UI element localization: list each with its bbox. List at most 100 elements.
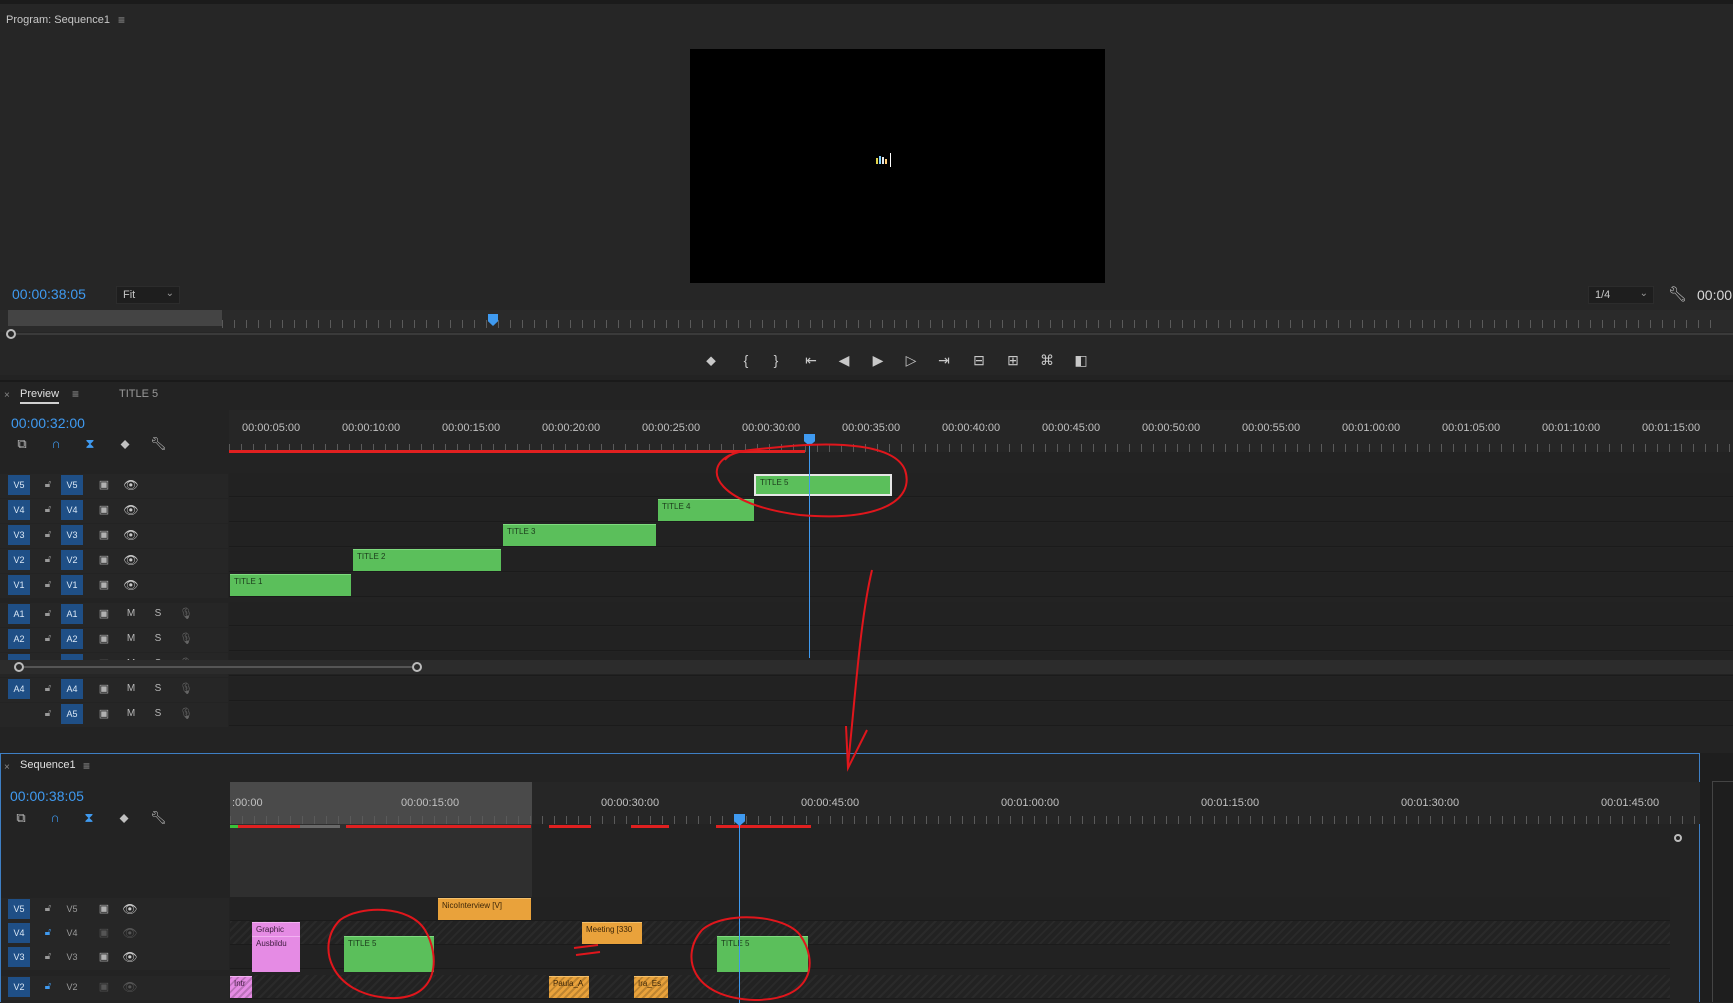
microphone-icon[interactable]: 🎙︎	[179, 629, 193, 649]
source-patch-toggle[interactable]: A4	[8, 679, 30, 699]
source-patch-toggle[interactable]: V5	[8, 899, 30, 919]
target-track-toggle[interactable]: V1	[61, 575, 83, 595]
target-track-toggle[interactable]: A1	[61, 604, 83, 624]
lock-icon[interactable]: 🔓︎	[42, 575, 54, 595]
go-to-out-icon[interactable]: ⇥	[933, 349, 955, 371]
track-lane[interactable]	[229, 573, 1733, 597]
lock-icon[interactable]: 🔓︎	[42, 947, 54, 967]
mute-button[interactable]: M	[125, 679, 137, 699]
mute-button[interactable]: M	[125, 604, 137, 624]
microphone-icon[interactable]: 🎙︎	[179, 604, 193, 624]
source-patch-toggle[interactable]: V1	[8, 575, 30, 595]
preview-zoom-bar[interactable]	[0, 660, 1733, 674]
go-to-in-icon[interactable]: ⇤	[800, 349, 822, 371]
tab-preview[interactable]: Preview	[20, 388, 60, 404]
clip-title-5[interactable]: TITLE 5	[754, 474, 892, 496]
mark-in-icon[interactable]: {	[735, 349, 757, 371]
target-track-toggle[interactable]: A4	[61, 679, 83, 699]
target-track-toggle[interactable]: V3	[61, 525, 83, 545]
comparison-view-icon[interactable]: ◧	[1070, 349, 1092, 371]
insert-nest-icon[interactable]: ⧉	[14, 436, 30, 452]
mute-button[interactable]: M	[125, 629, 137, 649]
sync-lock-icon[interactable]: ▣	[97, 475, 111, 495]
panel-menu-icon[interactable]: ≡	[83, 759, 90, 773]
source-patch-toggle[interactable]: A1	[8, 604, 30, 624]
wrench-icon[interactable]: 🔧︎	[1668, 287, 1687, 303]
target-track-toggle[interactable]: A2	[61, 629, 83, 649]
clip-paula[interactable]: Paula_A	[549, 976, 589, 998]
eye-icon[interactable]: 👁︎	[122, 899, 138, 919]
clip-title5b[interactable]: TITLE 5	[717, 936, 808, 972]
lock-icon[interactable]: 🔓︎	[42, 977, 54, 997]
close-icon[interactable]: ×	[4, 390, 10, 401]
source-patch-toggle[interactable]: V2	[8, 977, 30, 997]
sync-lock-icon[interactable]: ▣	[97, 604, 111, 624]
zoom-scrollbar-thumb[interactable]	[24, 666, 412, 668]
microphone-icon[interactable]: 🎙︎	[179, 704, 193, 724]
insert-nest-icon[interactable]: ⧉	[13, 810, 29, 826]
lock-icon[interactable]: 🔓︎	[42, 525, 54, 545]
eye-icon[interactable]: 👁︎	[123, 500, 139, 520]
resolution-dropdown[interactable]: 1/4 ⌄	[1588, 286, 1654, 304]
clip-title-1[interactable]: TITLE 1	[230, 574, 351, 596]
lock-icon[interactable]: 🔓︎	[42, 629, 54, 649]
sync-lock-icon[interactable]: ▣	[97, 575, 111, 595]
sync-lock-icon[interactable]: ▣	[97, 679, 111, 699]
program-scrub-bar[interactable]	[0, 310, 1733, 339]
target-track-toggle[interactable]: V2	[61, 977, 83, 997]
track-lane[interactable]	[229, 473, 1733, 497]
eye-icon[interactable]: 👁︎	[123, 575, 139, 595]
solo-button[interactable]: S	[152, 604, 164, 624]
zoom-handle-right[interactable]	[412, 662, 422, 672]
lock-icon[interactable]: 🔓︎	[42, 679, 54, 699]
linked-selection-icon[interactable]: ⧗	[82, 436, 98, 452]
add-marker-icon[interactable]: ⬥	[117, 436, 133, 452]
play-icon[interactable]: ▶	[867, 349, 889, 371]
tab-sequence1[interactable]: Sequence1	[20, 759, 76, 773]
solo-button[interactable]: S	[152, 629, 164, 649]
solo-button[interactable]: S	[152, 704, 164, 724]
zoom-scrollbar[interactable]	[16, 333, 1733, 335]
clip-ausbildu[interactable]: Ausbildu	[252, 936, 300, 972]
eye-icon[interactable]: 👁︎	[122, 923, 138, 943]
sync-lock-icon[interactable]: ▣	[97, 704, 111, 724]
sequence-timecode[interactable]: 00:00:38:05	[10, 788, 84, 804]
track-lane[interactable]	[229, 523, 1733, 547]
vertical-zoom-handle[interactable]	[1674, 834, 1682, 842]
add-marker-icon[interactable]: ⬥	[116, 810, 132, 826]
zoom-handle-left[interactable]	[6, 329, 16, 339]
lock-icon[interactable]: 🔓︎	[42, 550, 54, 570]
step-forward-icon[interactable]: ▷	[900, 349, 922, 371]
timeline-settings-icon[interactable]: 🔧︎	[150, 810, 167, 826]
sync-lock-icon[interactable]: ▣	[97, 899, 111, 919]
mute-button[interactable]: M	[125, 704, 137, 724]
track-lane[interactable]	[229, 498, 1733, 522]
mark-out-icon[interactable]: }	[765, 349, 787, 371]
close-icon[interactable]: ×	[4, 762, 10, 773]
clip-nico[interactable]: NicoInterview [V]	[438, 898, 531, 920]
snap-icon[interactable]: ∩	[48, 436, 64, 452]
track-lane[interactable]	[229, 602, 1733, 626]
eye-icon[interactable]: 👁︎	[123, 550, 139, 570]
track-lane[interactable]	[230, 975, 1670, 999]
sync-lock-icon[interactable]: ▣	[97, 947, 111, 967]
sync-lock-icon[interactable]: ▣	[97, 525, 111, 545]
target-track-toggle[interactable]: V5	[61, 475, 83, 495]
source-patch-toggle[interactable]: V3	[8, 525, 30, 545]
track-lane[interactable]	[230, 945, 1670, 969]
target-track-toggle[interactable]: V4	[61, 500, 83, 520]
clip-title-2[interactable]: TITLE 2	[353, 549, 501, 571]
microphone-icon[interactable]: 🎙︎	[179, 679, 193, 699]
clip-title-4[interactable]: TITLE 4	[658, 499, 754, 521]
lock-icon[interactable]: 🔓︎	[42, 500, 54, 520]
eye-icon[interactable]: 👁︎	[123, 525, 139, 545]
source-patch-toggle[interactable]: V3	[8, 947, 30, 967]
preview-timecode[interactable]: 00:00:32:00	[11, 415, 85, 431]
add-marker-icon[interactable]: ⬥	[700, 349, 722, 371]
step-back-icon[interactable]: ◀	[833, 349, 855, 371]
target-track-toggle[interactable]: V2	[61, 550, 83, 570]
source-patch-toggle[interactable]: V4	[8, 500, 30, 520]
sync-lock-icon[interactable]: ▣	[97, 923, 111, 943]
track-lane[interactable]	[229, 702, 1733, 726]
target-track-toggle[interactable]: V5	[61, 899, 83, 919]
